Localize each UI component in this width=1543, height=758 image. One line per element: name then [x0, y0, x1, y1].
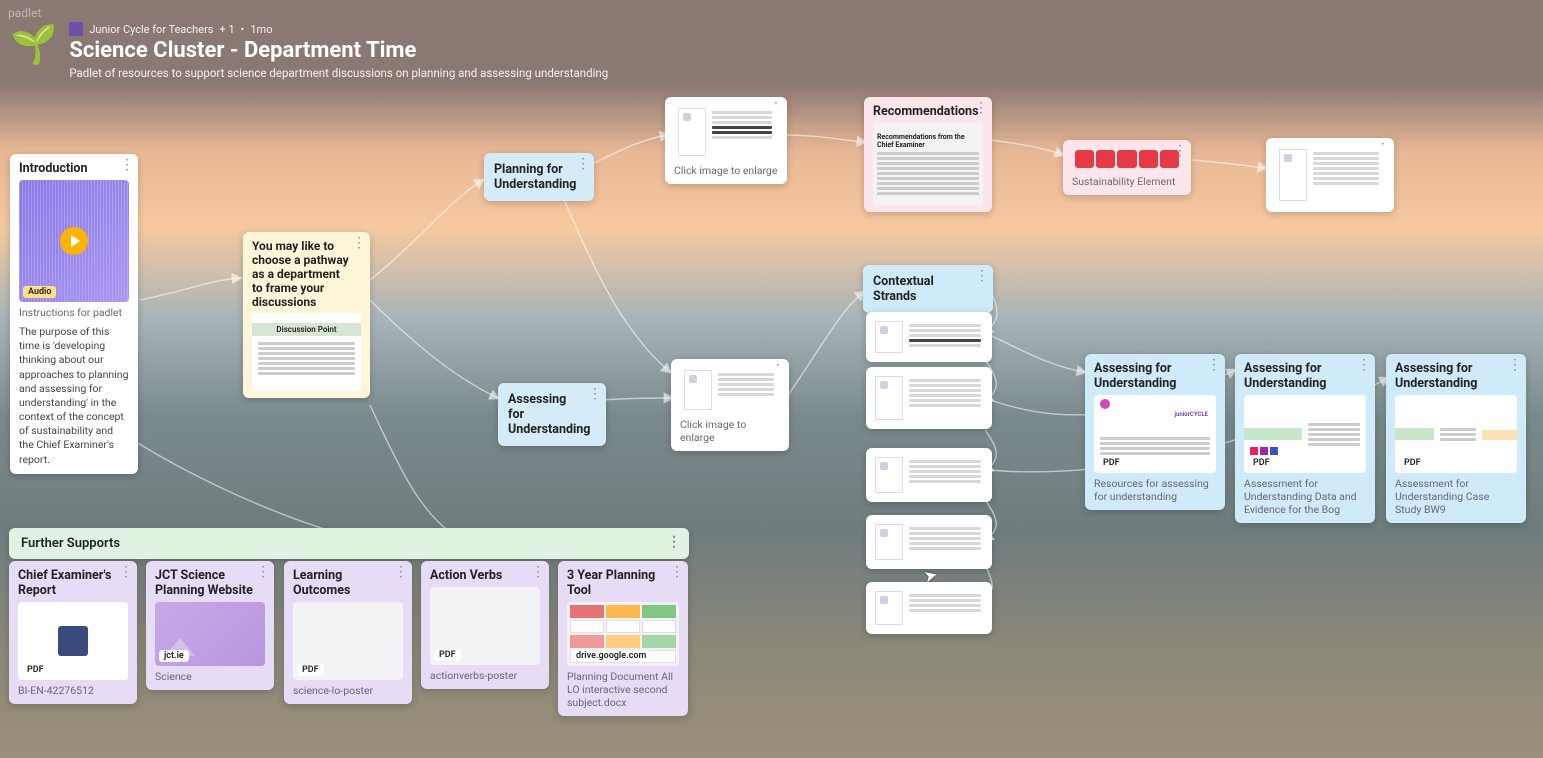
card-title: Assessing for Understanding: [508, 392, 596, 437]
card-3year-plan[interactable]: ⋮ 3 Year Planning Tool drive.google.com …: [558, 561, 688, 716]
card-sustainability-doc[interactable]: ⋮: [1266, 138, 1394, 212]
card-assess-pdf-1[interactable]: ⋮ Assessing for Understanding juniorCYCL…: [1085, 354, 1225, 510]
section-title: Further Supports: [21, 536, 120, 551]
card-more-icon[interactable]: ⋮: [576, 157, 590, 171]
card-more-icon[interactable]: ⋮: [1357, 358, 1371, 372]
card-more-icon[interactable]: ⋮: [531, 565, 545, 579]
pdf-badge: PDF: [297, 664, 324, 676]
card-strand-doc[interactable]: ⋮: [866, 448, 992, 502]
card-title: Assessing for Understanding: [1094, 361, 1216, 391]
card-sustainability[interactable]: ⋮ Sustainability Element: [1063, 140, 1191, 195]
card-title: Action Verbs: [430, 568, 540, 583]
card-learning-outcomes[interactable]: ⋮ Learning Outcomes PDF science-lo-poste…: [284, 561, 412, 704]
domain-badge: drive.google.com: [571, 650, 651, 662]
thumb-caption: Sustainability Element: [1072, 175, 1182, 188]
discussion-thumb[interactable]: Discussion Point: [252, 313, 361, 391]
thumb-caption: science-lo-poster: [293, 684, 403, 697]
sustain-thumb[interactable]: [1072, 147, 1182, 171]
discussion-label: Discussion Point: [252, 323, 361, 336]
card-more-icon[interactable]: ⋮: [975, 269, 989, 283]
card-more-icon[interactable]: ⋮: [1173, 144, 1187, 158]
audio-thumbnail[interactable]: Audio: [19, 180, 129, 302]
card-more-icon[interactable]: ⋮: [120, 158, 134, 172]
card-more-icon[interactable]: ⋮: [394, 565, 408, 579]
thumb-caption: actionverbs-poster: [430, 669, 540, 682]
domain-badge: jct.ie: [159, 650, 189, 662]
card-strand-doc[interactable]: ⋮: [866, 582, 992, 634]
card-more-icon[interactable]: ⋮: [588, 387, 602, 401]
card-introduction[interactable]: ⋮ Introduction Audio Instructions for pa…: [10, 154, 138, 474]
card-action-verbs[interactable]: ⋮ Action Verbs PDF actionverbs-poster: [421, 561, 549, 689]
card-recommendations[interactable]: ⋮ Recommendations Recommendations from t…: [864, 97, 992, 212]
pdf-badge: PDF: [22, 664, 49, 676]
card-title: Chief Examiner's Report: [18, 568, 128, 598]
play-icon[interactable]: [60, 227, 88, 255]
card-more-icon[interactable]: ⋮: [974, 101, 988, 115]
card-planning-image[interactable]: ⋮ Click image to enlarge: [665, 97, 787, 184]
section-further-supports[interactable]: ⋮ Further Supports: [9, 528, 689, 559]
card-contextual[interactable]: ⋮ Contextual Strands: [863, 265, 993, 313]
card-more-icon[interactable]: ⋮: [119, 565, 133, 579]
card-strand-doc[interactable]: ⋮: [866, 515, 992, 569]
card-title: Recommendations: [873, 104, 983, 119]
thumb-caption: Click image to enlarge: [680, 418, 780, 444]
thumb-caption: Assessment for Understanding Data and Ev…: [1244, 477, 1366, 516]
card-planning[interactable]: ⋮ Planning for Understanding: [484, 153, 594, 201]
card-title: Assessing for Understanding: [1395, 361, 1517, 391]
card-title: Contextual Strands: [873, 274, 983, 304]
thumb-caption: Click image to enlarge: [674, 164, 778, 177]
thumb-caption: Science: [155, 670, 265, 683]
pdf-badge: PDF: [1248, 457, 1275, 469]
thumb-caption: Planning Document All LO interactive sec…: [567, 670, 679, 709]
card-more-icon[interactable]: ⋮: [1207, 358, 1221, 372]
card-title: Introduction: [19, 161, 129, 176]
card-assessing-image[interactable]: ⋮ Click image to enlarge: [671, 359, 789, 451]
thumb-caption: Resources for assessing for understandin…: [1094, 477, 1216, 503]
card-title: Planning for Understanding: [494, 162, 584, 192]
card-assess-pdf-3[interactable]: ⋮ Assessing for Understanding PDF Assess…: [1386, 354, 1526, 523]
intro-body: The purpose of this time is 'developing …: [19, 325, 129, 467]
card-more-icon[interactable]: ⋮: [667, 534, 681, 550]
card-chief-examiner[interactable]: ⋮ Chief Examiner's Report PDF BI-EN-4227…: [9, 561, 137, 704]
card-title: 3 Year Planning Tool: [567, 568, 679, 598]
card-more-icon[interactable]: ⋮: [1508, 358, 1522, 372]
card-assessing[interactable]: ⋮ Assessing for Understanding: [498, 383, 606, 446]
card-title: JCT Science Planning Website: [155, 568, 265, 598]
card-strand-doc[interactable]: ⋮: [866, 312, 992, 362]
canvas[interactable]: ⋮ Introduction Audio Instructions for pa…: [0, 0, 1543, 758]
card-strand-doc[interactable]: ⋮: [866, 367, 992, 429]
rec-subheading: Recommendations from the Chief Examiner: [877, 133, 979, 149]
pdf-badge: PDF: [434, 649, 461, 661]
card-more-icon[interactable]: ⋮: [670, 565, 684, 579]
card-pathway[interactable]: ⋮ You may like to choose a pathway as a …: [243, 232, 370, 398]
card-title: Learning Outcomes: [293, 568, 403, 598]
audio-caption: Instructions for padlet: [19, 306, 129, 319]
card-jct-website[interactable]: ⋮ JCT Science Planning Website jct.ie Sc…: [146, 561, 274, 690]
card-more-icon[interactable]: ⋮: [256, 565, 270, 579]
pdf-badge: PDF: [1399, 457, 1426, 469]
pdf-badge: PDF: [1098, 457, 1125, 469]
audio-badge: Audio: [23, 286, 56, 298]
thumb-caption: BI-EN-42276512: [18, 684, 128, 697]
thumb-caption: Assessment for Understanding Case Study …: [1395, 477, 1517, 516]
card-title: Assessing for Understanding: [1244, 361, 1366, 391]
card-assess-pdf-2[interactable]: ⋮ Assessing for Understanding PDF Assess…: [1235, 354, 1375, 523]
card-title: You may like to choose a pathway as a de…: [252, 239, 361, 309]
card-more-icon[interactable]: ⋮: [352, 236, 366, 250]
